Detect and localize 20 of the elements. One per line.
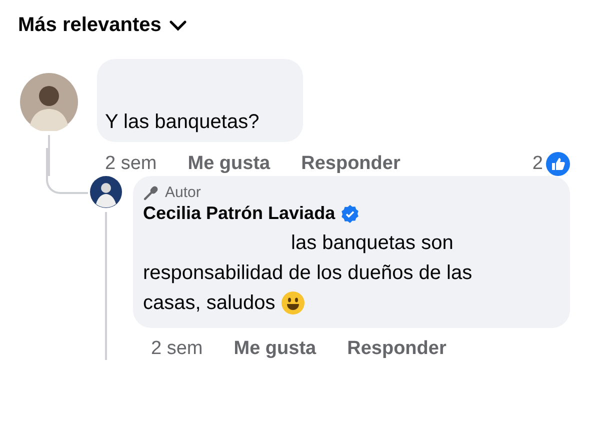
sort-dropdown[interactable]: Más relevantes bbox=[0, 0, 188, 37]
like-link[interactable]: Me gusta bbox=[188, 153, 270, 175]
comment-text: Y las banquetas? bbox=[105, 111, 260, 133]
reaction-count: 2 bbox=[532, 153, 543, 175]
avatar-icon[interactable] bbox=[90, 176, 122, 208]
comment-text: responsabilidad de los dueños de las bbox=[143, 261, 472, 286]
author-name[interactable]: Cecilia Patrón Laviada bbox=[143, 203, 336, 224]
comment-text: las banquetas son bbox=[291, 231, 454, 256]
author-label: Autor bbox=[165, 184, 201, 201]
reply-link[interactable]: Responder bbox=[301, 153, 400, 175]
microphone-icon bbox=[143, 184, 159, 200]
comment-text: casas, saludos bbox=[143, 291, 276, 316]
comment-time: 2 sem bbox=[105, 153, 157, 175]
reply-link[interactable]: Responder bbox=[347, 338, 446, 360]
chevron-down-icon bbox=[169, 20, 188, 32]
like-link[interactable]: Me gusta bbox=[234, 338, 316, 360]
comment-time: 2 sem bbox=[151, 338, 203, 360]
thumbs-up-icon bbox=[546, 152, 570, 176]
avatar-icon[interactable] bbox=[20, 73, 78, 131]
smiley-icon bbox=[281, 291, 306, 315]
